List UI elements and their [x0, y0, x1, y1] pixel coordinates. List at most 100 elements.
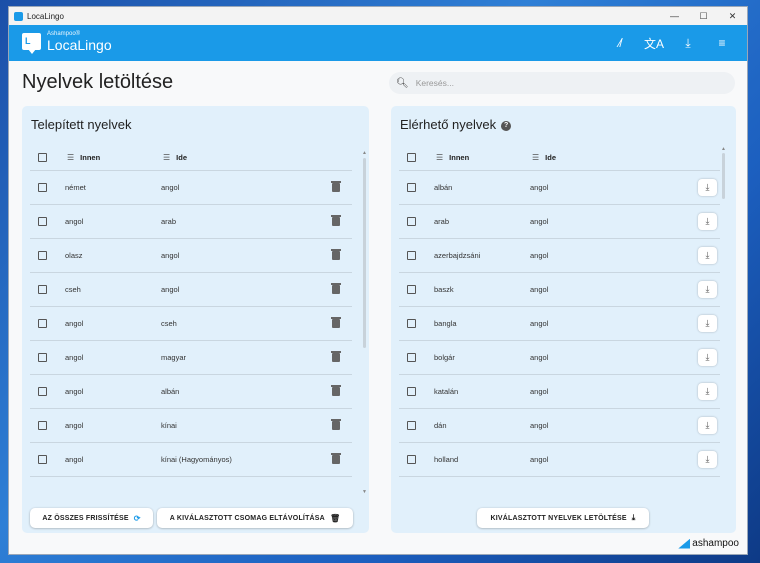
- table-row[interactable]: angol arab: [30, 205, 352, 239]
- scrollbar-thumb[interactable]: [363, 158, 366, 348]
- ashampoo-mark-icon: [678, 538, 691, 549]
- table-row[interactable]: holland angol ⤓: [399, 443, 720, 477]
- remove-selected-button[interactable]: A KIVÁLASZTOTT CSOMAG ELTÁVOLÍTÁSA 🗑︎: [157, 508, 353, 528]
- column-header-from[interactable]: ☰ Innen: [436, 153, 469, 162]
- delete-icon[interactable]: [331, 317, 341, 328]
- cell-from-language: angol: [65, 319, 84, 328]
- search-input[interactable]: [415, 78, 716, 88]
- cell-from-language: bolgár: [434, 353, 455, 362]
- table-row[interactable]: cseh angol: [30, 273, 352, 307]
- row-checkbox[interactable]: [407, 421, 416, 430]
- download-row-button[interactable]: ⤓: [698, 213, 717, 230]
- table-row[interactable]: angol kínai (Hagyományos): [30, 443, 352, 477]
- table-row[interactable]: bangla angol ⤓: [399, 307, 720, 341]
- table-header: ☰ Innen ☰ Ide: [30, 144, 352, 171]
- search-icon: 🔍︎: [396, 77, 409, 89]
- delete-icon[interactable]: [331, 385, 341, 396]
- window-title: LocaLingo: [27, 11, 64, 21]
- column-header-to[interactable]: ☰ Ide: [163, 153, 187, 162]
- cell-to-language: albán: [161, 387, 180, 396]
- cell-from-language: angol: [65, 353, 84, 362]
- cell-to-language: angol: [161, 183, 180, 192]
- delete-icon[interactable]: [331, 249, 341, 260]
- cell-to-language: angol: [161, 251, 180, 260]
- download-row-button[interactable]: ⤓: [698, 349, 717, 366]
- row-checkbox[interactable]: [38, 285, 47, 294]
- installed-rows: német angol angol arab olasz angol cseh angol an…: [30, 171, 352, 477]
- scroll-up-arrow[interactable]: ▲: [721, 146, 726, 152]
- search-bar[interactable]: 🔍︎: [389, 72, 735, 94]
- scrollbar-thumb[interactable]: [722, 153, 725, 199]
- brand-name: LocaLingo: [47, 37, 112, 53]
- maximize-button[interactable]: ☐: [689, 7, 718, 25]
- delete-icon[interactable]: [331, 419, 341, 430]
- table-row[interactable]: baszk angol ⤓: [399, 273, 720, 307]
- delete-icon[interactable]: [331, 215, 341, 226]
- row-checkbox[interactable]: [38, 319, 47, 328]
- minimize-button[interactable]: —: [660, 7, 689, 25]
- magic-wand-off-icon[interactable]: ⁄̸: [603, 32, 637, 54]
- scroll-down-arrow[interactable]: ▼: [362, 489, 367, 495]
- table-row[interactable]: német angol: [30, 171, 352, 205]
- help-icon[interactable]: ?: [501, 120, 512, 131]
- row-checkbox[interactable]: [38, 455, 47, 464]
- menu-icon[interactable]: ≡: [705, 32, 739, 54]
- download-row-button[interactable]: ⤓: [698, 315, 717, 332]
- select-all-checkbox[interactable]: [38, 152, 47, 162]
- cell-to-language: kínai: [161, 421, 177, 430]
- table-row[interactable]: albán angol ⤓: [399, 171, 720, 205]
- table-row[interactable]: olasz angol: [30, 239, 352, 273]
- scroll-up-arrow[interactable]: ▲: [362, 150, 367, 156]
- page-title: Nyelvek letöltése: [22, 71, 174, 93]
- row-checkbox[interactable]: [407, 319, 416, 328]
- table-row[interactable]: angol albán: [30, 375, 352, 409]
- download-row-button[interactable]: ⤓: [698, 451, 717, 468]
- row-checkbox[interactable]: [407, 183, 416, 192]
- table-row[interactable]: angol cseh: [30, 307, 352, 341]
- download-row-button[interactable]: ⤓: [698, 281, 717, 298]
- delete-icon[interactable]: [331, 453, 341, 464]
- table-row[interactable]: bolgár angol ⤓: [399, 341, 720, 375]
- column-header-from[interactable]: ☰ Innen: [67, 153, 100, 162]
- table-row[interactable]: arab angol ⤓: [399, 205, 720, 239]
- delete-icon[interactable]: [331, 283, 341, 294]
- delete-icon[interactable]: [331, 351, 341, 362]
- download-icon[interactable]: ⤓: [671, 32, 705, 54]
- delete-icon[interactable]: [331, 181, 341, 192]
- translate-icon[interactable]: 文A: [637, 32, 671, 54]
- row-checkbox[interactable]: [407, 353, 416, 362]
- close-button[interactable]: ✕: [718, 7, 747, 25]
- cell-from-language: német: [65, 183, 86, 192]
- table-row[interactable]: angol magyar: [30, 341, 352, 375]
- download-icon: ⤓: [705, 182, 710, 192]
- download-row-button[interactable]: ⤓: [698, 383, 717, 400]
- title-bar: LocaLingo — ☐ ✕: [9, 7, 747, 25]
- table-row[interactable]: dán angol ⤓: [399, 409, 720, 443]
- cell-to-language: angol: [161, 285, 180, 294]
- row-checkbox[interactable]: [38, 251, 47, 260]
- row-checkbox[interactable]: [407, 455, 416, 464]
- refresh-all-button[interactable]: AZ ÖSSZES FRISSÍTÉSE ⟳: [30, 508, 153, 528]
- download-row-button[interactable]: ⤓: [698, 179, 717, 196]
- table-row[interactable]: angol kínai: [30, 409, 352, 443]
- column-header-to[interactable]: ☰ Ide: [532, 153, 556, 162]
- row-checkbox[interactable]: [38, 353, 47, 362]
- row-checkbox[interactable]: [407, 217, 416, 226]
- row-checkbox[interactable]: [407, 251, 416, 260]
- sort-icon: ☰: [67, 152, 75, 162]
- select-all-checkbox[interactable]: [407, 152, 416, 162]
- row-checkbox[interactable]: [38, 421, 47, 430]
- row-checkbox[interactable]: [407, 285, 416, 294]
- row-checkbox[interactable]: [38, 183, 47, 192]
- download-row-button[interactable]: ⤓: [698, 417, 717, 434]
- cell-from-language: angol: [65, 217, 84, 226]
- download-selected-button[interactable]: KIVÁLASZTOTT NYELVEK LETÖLTÉSE ⤓: [477, 508, 649, 528]
- table-row[interactable]: azerbajdzsáni angol ⤓: [399, 239, 720, 273]
- row-checkbox[interactable]: [38, 217, 47, 226]
- row-checkbox[interactable]: [407, 387, 416, 396]
- row-checkbox[interactable]: [38, 387, 47, 396]
- cell-to-language: angol: [530, 217, 549, 226]
- download-icon: ⤓: [705, 454, 710, 464]
- table-row[interactable]: katalán angol ⤓: [399, 375, 720, 409]
- download-row-button[interactable]: ⤓: [698, 247, 717, 264]
